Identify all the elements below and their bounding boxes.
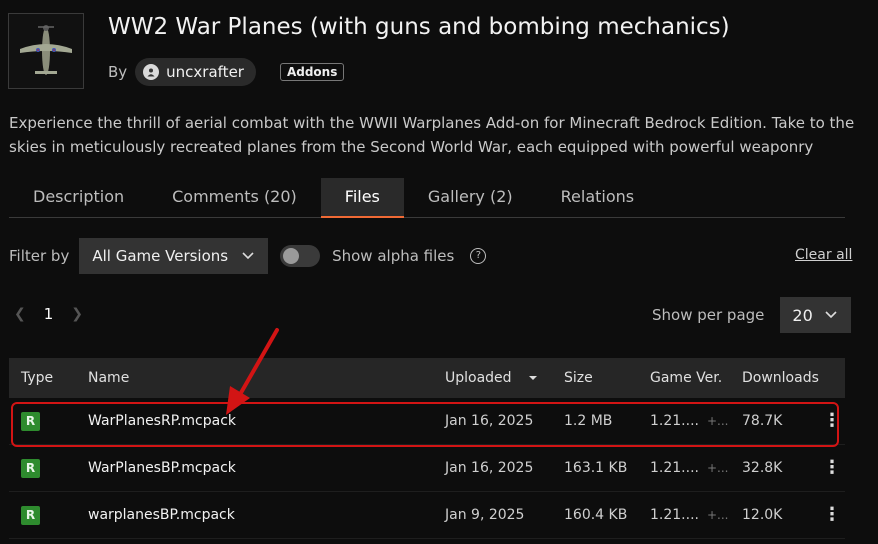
file-size: 160.4 KB	[564, 507, 628, 523]
header-uploaded[interactable]: Uploaded	[445, 370, 564, 386]
game-version-cell: 1.21.... +...	[650, 507, 742, 523]
tab-comments[interactable]: Comments (20)	[148, 178, 321, 216]
tab-files[interactable]: Files	[320, 178, 404, 218]
author-name: uncxrafter	[166, 63, 244, 81]
by-label: By	[108, 63, 128, 81]
tab-relations[interactable]: Relations	[537, 178, 658, 216]
game-version-text: 1.21....	[650, 507, 699, 523]
filter-bar: Filter by All Game Versions Show alpha f…	[9, 238, 487, 274]
download-count: 32.8K	[742, 460, 783, 476]
header-name[interactable]: Name	[88, 370, 445, 386]
table-header: Type Name Uploaded Size Game Ver. Downlo…	[9, 358, 845, 398]
file-name-link[interactable]: warplanesBP.mcpack	[88, 507, 445, 523]
pagination: ❮ 1 ❯	[14, 305, 83, 323]
more-versions[interactable]: +...	[707, 461, 729, 475]
current-page[interactable]: 1	[44, 305, 54, 323]
download-count: 12.0K	[742, 507, 783, 523]
project-title: WW2 War Planes (with guns and bombing me…	[108, 14, 730, 40]
kebab-menu-icon[interactable]: ⋮	[822, 506, 842, 524]
sort-down-icon	[528, 376, 537, 380]
tab-description[interactable]: Description	[9, 178, 148, 216]
game-version-value: All Game Versions	[92, 247, 229, 265]
per-page-label: Show per page	[652, 306, 765, 324]
header-size[interactable]: Size	[564, 370, 650, 386]
kebab-menu-icon[interactable]: ⋮	[822, 459, 842, 477]
filter-label: Filter by	[9, 247, 70, 265]
more-versions[interactable]: +...	[707, 508, 729, 522]
game-version-cell: 1.21.... +...	[650, 460, 742, 476]
uploaded-date: Jan 9, 2025	[445, 507, 525, 523]
chevron-down-icon	[825, 311, 837, 319]
author-link[interactable]: uncxrafter	[135, 58, 256, 86]
per-page-select[interactable]: 20	[780, 297, 851, 333]
files-table: Type Name Uploaded Size Game Ver. Downlo…	[9, 358, 845, 539]
project-thumbnail	[8, 13, 84, 89]
project-tabs: Description Comments (20) Files Gallery …	[9, 178, 845, 218]
help-icon[interactable]: ?	[470, 248, 487, 264]
table-row[interactable]: R warplanesBP.mcpack Jan 9, 2025 160.4 K…	[9, 492, 845, 539]
file-name-link[interactable]: WarPlanesBP.mcpack	[88, 460, 445, 476]
release-type-badge: R	[21, 505, 40, 525]
chevron-right-icon[interactable]: ❯	[71, 306, 83, 322]
header-game-ver[interactable]: Game Ver.	[650, 370, 742, 386]
header-type[interactable]: Type	[9, 370, 88, 386]
category-tag[interactable]: Addons	[279, 63, 345, 81]
per-page-value: 20	[792, 305, 813, 325]
user-icon	[143, 64, 160, 80]
highlight-box-annotation	[11, 402, 839, 447]
warplane-thumbnail	[20, 25, 72, 75]
tab-gallery[interactable]: Gallery (2)	[404, 178, 537, 216]
alpha-files-label: Show alpha files	[332, 247, 455, 265]
game-version-text: 1.21....	[650, 460, 699, 476]
clear-all-link[interactable]: Clear all	[795, 247, 852, 263]
table-row[interactable]: R WarPlanesBP.mcpack Jan 16, 2025 163.1 …	[9, 445, 845, 492]
header-downloads[interactable]: Downloads	[742, 370, 822, 386]
alpha-files-toggle[interactable]	[280, 245, 321, 267]
release-type-badge: R	[21, 458, 40, 478]
per-page-control: Show per page 20	[652, 297, 851, 333]
game-version-select[interactable]: All Game Versions	[79, 238, 269, 274]
header-uploaded-label: Uploaded	[445, 370, 512, 386]
chevron-left-icon[interactable]: ❮	[14, 306, 26, 322]
chevron-down-icon	[242, 252, 254, 260]
byline: By uncxrafter Addons	[108, 58, 345, 86]
file-size: 163.1 KB	[564, 460, 628, 476]
uploaded-date: Jan 16, 2025	[445, 460, 534, 476]
project-description: Experience the thrill of aerial combat w…	[9, 114, 855, 156]
